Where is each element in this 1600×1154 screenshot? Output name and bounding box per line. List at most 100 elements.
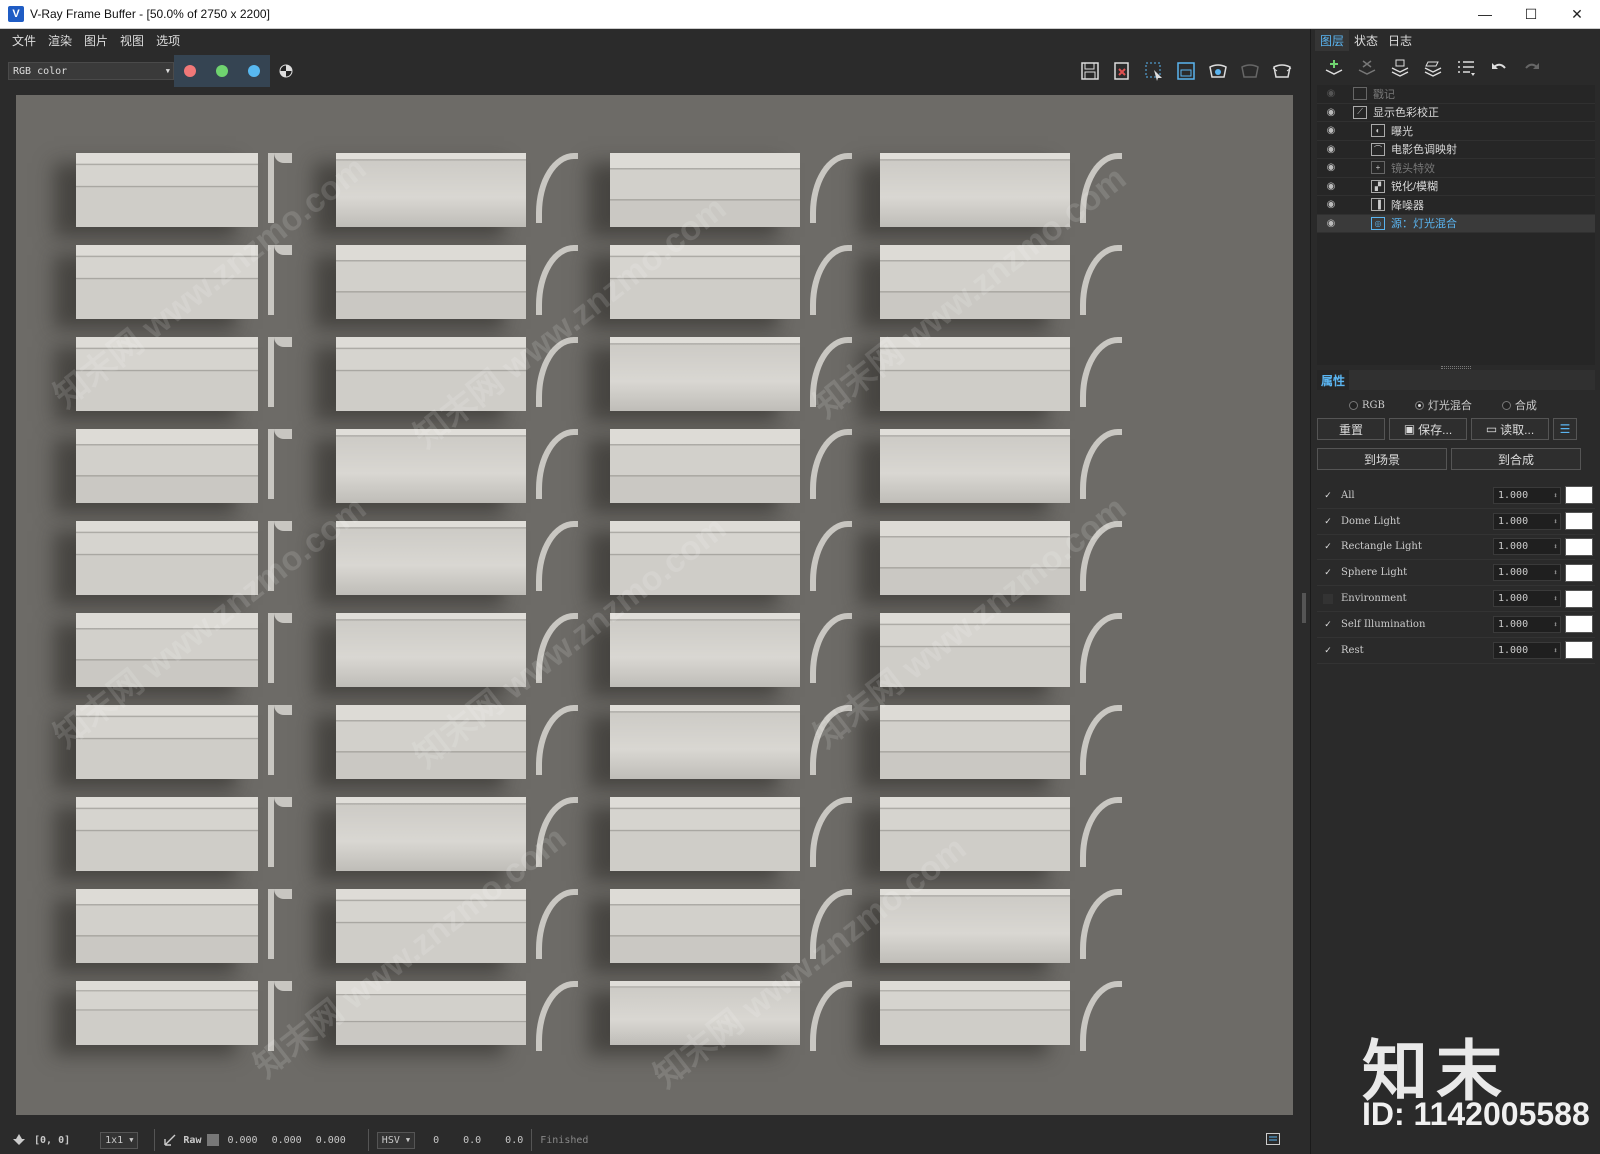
intensity-spinner[interactable]: 1.000 bbox=[1493, 615, 1561, 633]
green-channel-button[interactable] bbox=[206, 55, 238, 87]
colorspace-select[interactable]: HSV ▼ bbox=[376, 1131, 416, 1149]
checkbox-checked-icon[interactable]: ✓ bbox=[1323, 619, 1333, 629]
layer-list-icon[interactable] bbox=[1449, 54, 1482, 82]
layer-item-lens-effects[interactable]: ◉ + 镜头特效 bbox=[1317, 159, 1595, 178]
light-color-swatch[interactable] bbox=[1565, 615, 1593, 634]
status-bar: [0, 0] 1x1 ▼ Raw 0.000 0.000 0.000 HSV ▼ 0… bbox=[0, 1126, 1300, 1154]
tab-log[interactable]: 日志 bbox=[1383, 30, 1417, 51]
save-layers-icon[interactable] bbox=[1383, 54, 1416, 82]
value-b: 0.000 bbox=[315, 1134, 346, 1146]
alpha-icon bbox=[279, 64, 293, 78]
delete-layer-icon[interactable] bbox=[1350, 54, 1383, 82]
reset-button[interactable]: 重置 bbox=[1317, 418, 1385, 440]
load-layers-icon[interactable] bbox=[1416, 54, 1449, 82]
layer-item-denoiser[interactable]: ◉ ▐ 降噪器 bbox=[1317, 196, 1595, 215]
molding-row bbox=[76, 981, 1276, 1073]
layer-label: 显示色彩校正 bbox=[1373, 107, 1439, 120]
expand-panel-icon[interactable] bbox=[1266, 1132, 1280, 1148]
save-image-icon[interactable] bbox=[1074, 57, 1106, 85]
load-preset-button[interactable]: ▭ 读取... bbox=[1471, 418, 1549, 440]
eye-icon[interactable]: ◉ bbox=[1317, 199, 1345, 210]
save-label: 保存... bbox=[1418, 422, 1453, 437]
resize-grip[interactable] bbox=[1441, 366, 1471, 369]
light-color-swatch[interactable] bbox=[1565, 537, 1593, 556]
channel-select[interactable]: RGB color ▼ bbox=[8, 62, 174, 80]
to-scene-button[interactable]: 到场景 bbox=[1317, 448, 1447, 470]
layer-item-sharpen[interactable]: ◉ ▞ 锐化/模糊 bbox=[1317, 178, 1595, 196]
render-stop-icon[interactable] bbox=[1234, 57, 1266, 85]
save-preset-button[interactable]: ▣ 保存... bbox=[1389, 418, 1467, 440]
tab-layers[interactable]: 图层 bbox=[1315, 30, 1350, 51]
intensity-spinner[interactable]: 1.000 bbox=[1493, 486, 1561, 504]
light-name: Rectangle Light bbox=[1341, 541, 1422, 553]
light-color-swatch[interactable] bbox=[1565, 486, 1593, 505]
eye-hidden-icon[interactable]: ◉ bbox=[1317, 88, 1345, 99]
checkbox-checked-icon[interactable]: ✓ bbox=[1323, 490, 1333, 500]
redo-icon[interactable] bbox=[1515, 54, 1548, 82]
light-color-swatch[interactable] bbox=[1565, 641, 1593, 660]
menu-render[interactable]: 渲染 bbox=[42, 32, 78, 49]
layer-item-display-correction[interactable]: ◉ ⟋ 显示色彩校正 bbox=[1317, 104, 1595, 122]
eye-icon[interactable]: ◉ bbox=[1317, 125, 1345, 136]
render-viewport[interactable]: 知末网 www.znzmo.com 知末网 www.znzmo.com 知末网 … bbox=[16, 95, 1293, 1115]
intensity-spinner[interactable]: 1.000 bbox=[1493, 564, 1561, 582]
preset-buttons: 重置 ▣ 保存... ▭ 读取... ☰ bbox=[1317, 418, 1577, 440]
eye-icon[interactable]: ◉ bbox=[1317, 218, 1345, 229]
mode-lightmix[interactable]: 灯光混合 bbox=[1414, 397, 1472, 413]
light-color-swatch[interactable] bbox=[1565, 563, 1593, 582]
mode-rgb[interactable]: RGB bbox=[1349, 397, 1385, 413]
layer-item-exposure[interactable]: ◉ ◐ 曝光 bbox=[1317, 122, 1595, 141]
preset-menu-button[interactable]: ☰ bbox=[1553, 418, 1577, 440]
intensity-spinner[interactable]: 1.000 bbox=[1493, 641, 1561, 659]
render-interactive-icon[interactable] bbox=[1202, 57, 1234, 85]
checkbox-unchecked-icon[interactable] bbox=[1323, 593, 1333, 604]
eye-icon[interactable]: ◉ bbox=[1317, 144, 1345, 155]
close-icon[interactable]: ✕ bbox=[1554, 0, 1600, 29]
lens-icon: + bbox=[1371, 161, 1385, 175]
eye-icon[interactable]: ◉ bbox=[1317, 162, 1345, 173]
render-teapot-icon[interactable] bbox=[1266, 57, 1298, 85]
pin-icon[interactable] bbox=[12, 1131, 26, 1149]
menu-view[interactable]: 视图 bbox=[114, 32, 150, 49]
to-composite-button[interactable]: 到合成 bbox=[1451, 448, 1581, 470]
maximize-icon[interactable]: ☐ bbox=[1508, 0, 1554, 29]
layer-item-source-lightmix[interactable]: ◉ ◎ 源：灯光混合 bbox=[1317, 214, 1595, 233]
tab-stats[interactable]: 状态 bbox=[1349, 30, 1383, 51]
mode-composite[interactable]: 合成 bbox=[1501, 397, 1537, 413]
value-mode: Raw bbox=[183, 1134, 202, 1146]
render-status: Finished bbox=[540, 1134, 589, 1146]
layer-item-stamp[interactable]: ◉ 戳记 bbox=[1317, 85, 1595, 104]
menu-file[interactable]: 文件 bbox=[6, 32, 42, 49]
green-dot-icon bbox=[216, 65, 228, 77]
light-color-swatch[interactable] bbox=[1565, 589, 1593, 608]
color-picker-icon[interactable] bbox=[163, 1131, 177, 1149]
menu-image[interactable]: 图片 bbox=[78, 32, 114, 49]
blue-channel-button[interactable] bbox=[238, 55, 270, 87]
red-channel-button[interactable] bbox=[174, 55, 206, 87]
checkbox-checked-icon[interactable]: ✓ bbox=[1323, 567, 1333, 578]
minimize-icon[interactable]: — bbox=[1462, 0, 1508, 29]
layer-item-tonemap[interactable]: ◉ ⌒ 电影色调映射 bbox=[1317, 141, 1595, 159]
light-color-swatch[interactable] bbox=[1565, 512, 1593, 531]
menu-options[interactable]: 选项 bbox=[150, 32, 186, 49]
chevron-down-icon: ▼ bbox=[129, 1136, 134, 1144]
checkbox-checked-icon[interactable]: ✓ bbox=[1323, 541, 1333, 552]
region-render-icon[interactable] bbox=[1138, 57, 1170, 85]
checkbox-checked-icon[interactable]: ✓ bbox=[1323, 516, 1333, 526]
toolbar-right-group bbox=[1074, 57, 1298, 85]
save-icon: ▣ bbox=[1403, 422, 1416, 436]
watermark-id: ID: 1142005588 bbox=[1362, 1096, 1590, 1132]
alpha-channel-button[interactable] bbox=[270, 55, 302, 87]
panel-splitter[interactable] bbox=[1302, 593, 1306, 623]
undo-icon[interactable] bbox=[1482, 54, 1515, 82]
intensity-spinner[interactable]: 1.000 bbox=[1493, 590, 1561, 608]
eye-icon[interactable]: ◉ bbox=[1317, 107, 1345, 118]
eye-icon[interactable]: ◉ bbox=[1317, 181, 1345, 192]
zoom-select[interactable]: 1x1 ▼ bbox=[100, 1131, 139, 1149]
clear-image-icon[interactable] bbox=[1106, 57, 1138, 85]
add-layer-icon[interactable] bbox=[1317, 54, 1350, 82]
frame-icon[interactable] bbox=[1170, 57, 1202, 85]
intensity-spinner[interactable]: 1.000 bbox=[1493, 512, 1561, 530]
checkbox-checked-icon[interactable]: ✓ bbox=[1323, 645, 1333, 655]
intensity-spinner[interactable]: 1.000 bbox=[1493, 538, 1561, 556]
